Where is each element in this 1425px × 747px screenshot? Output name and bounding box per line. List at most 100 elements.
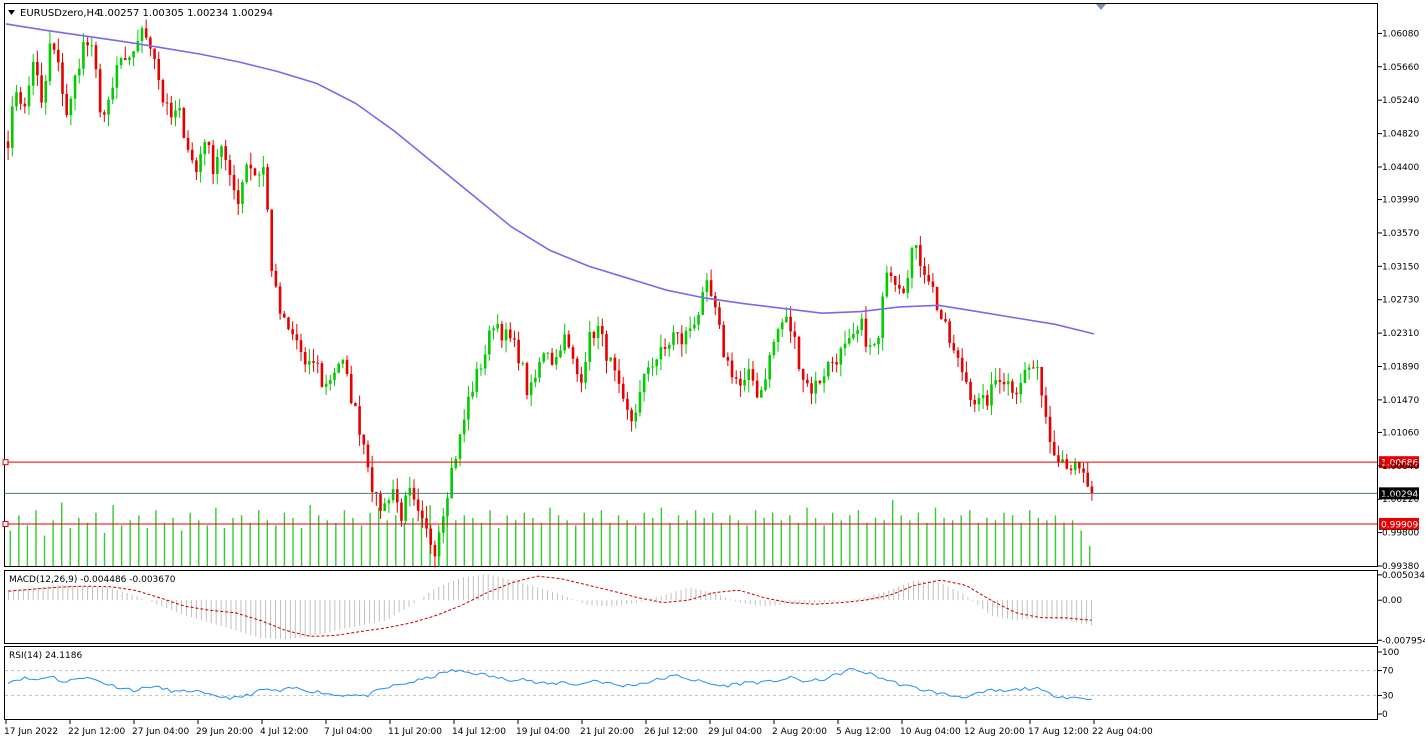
candle-bull <box>492 328 495 331</box>
price-tick-label: 1.01470 <box>1382 396 1419 406</box>
candle-bull <box>881 296 884 338</box>
symbol-label: EURUSDzero,H4 <box>20 8 100 19</box>
time-tick-label: 11 Jul 20:00 <box>388 727 442 737</box>
candle-bear <box>270 209 274 271</box>
candle-bull <box>981 395 985 399</box>
candle-bear <box>23 103 27 107</box>
candle-bull <box>822 376 826 384</box>
candle-bull <box>458 434 462 459</box>
candle-bear <box>224 146 227 161</box>
time-tick-label: 12 Aug 20:00 <box>964 727 1025 737</box>
candle-bear <box>513 338 516 340</box>
candle-bull <box>479 368 483 370</box>
candle-bear <box>605 334 608 361</box>
candle-bull <box>44 81 48 103</box>
candle-bear <box>730 360 734 378</box>
candle-bear <box>40 75 43 103</box>
candle-bull <box>387 500 391 504</box>
candle-bear <box>57 49 60 63</box>
macd-panel[interactable] <box>4 570 1378 644</box>
candle-bull <box>178 108 181 111</box>
candle-bull <box>77 68 81 76</box>
candle-bull <box>596 325 600 338</box>
candle-bear <box>919 245 922 267</box>
candle-bull <box>337 363 340 373</box>
price-tick-label: 1.04820 <box>1382 130 1419 140</box>
candle-bear <box>395 489 399 503</box>
candle-bull <box>128 57 131 61</box>
candle-bear <box>266 167 269 210</box>
candle-bear <box>169 102 173 118</box>
chart-canvas[interactable]: EURUSDzero,H4 1.00257 1.00305 1.00234 1.… <box>0 0 1425 743</box>
candle-bull <box>383 503 387 511</box>
candle-bull <box>990 384 993 406</box>
price-tick-label: 1.01060 <box>1382 428 1419 438</box>
candle-bull <box>174 110 177 118</box>
trading-chart[interactable]: EURUSDzero,H4 1.00257 1.00305 1.00234 1.… <box>0 0 1425 743</box>
candle-bull <box>768 355 771 380</box>
candle-bear <box>592 331 596 338</box>
candle-bull <box>216 156 219 175</box>
candle-bear <box>831 362 834 364</box>
candle-bull <box>693 324 696 329</box>
candle-bull <box>203 142 207 155</box>
candle-bear <box>253 168 257 176</box>
candle-bear <box>617 370 621 384</box>
candle-bull <box>538 361 541 378</box>
price-tick-label: 1.03150 <box>1382 262 1419 272</box>
candle-bull <box>462 419 466 435</box>
candle-bear <box>985 395 989 406</box>
rsi-tick-label: 100 <box>1382 648 1399 658</box>
candle-bull <box>785 316 788 323</box>
candle-bull <box>559 350 562 358</box>
candle-bear <box>1052 442 1056 456</box>
price-tick-label: 1.02730 <box>1382 296 1419 306</box>
candle-bull <box>852 333 855 339</box>
candle-bear <box>103 112 106 115</box>
price-tick-label: 1.02310 <box>1382 329 1419 339</box>
time-tick-label: 22 Aug 04:00 <box>1092 727 1153 737</box>
candle-bull <box>241 182 244 205</box>
candle-bear <box>1090 486 1094 494</box>
candle-bear <box>889 272 893 277</box>
candle-bear <box>630 409 633 422</box>
candle-bull <box>659 347 663 360</box>
candle-bear <box>944 319 947 322</box>
candle-bear <box>65 93 68 116</box>
candle-bear <box>400 502 403 521</box>
candle-bull <box>471 391 474 397</box>
candle-bear <box>902 288 905 293</box>
level-handle <box>2 520 9 527</box>
macd-tick-label: 0.00 <box>1382 596 1402 606</box>
candle-bull <box>772 341 776 356</box>
candle-bear <box>864 318 868 347</box>
macd-tick-label: -0.007954 <box>1382 636 1425 646</box>
candle-bull <box>408 487 412 496</box>
candle-bear <box>550 352 554 365</box>
candle-bear <box>952 343 956 351</box>
candle-bear <box>801 369 805 380</box>
candle-bear <box>613 357 617 371</box>
candle-bear <box>1011 381 1014 393</box>
price-panel[interactable] <box>4 3 1378 567</box>
candle-bear <box>161 80 165 103</box>
candle-bear <box>948 321 951 344</box>
rsi-panel[interactable] <box>4 646 1378 720</box>
candle-bear <box>998 380 1002 382</box>
candle-bear <box>1065 459 1069 469</box>
candle-bull <box>994 380 997 385</box>
candle-bull <box>329 380 332 384</box>
candle-bear <box>299 340 303 353</box>
candle-bull <box>521 363 525 365</box>
candle-bull <box>701 292 705 315</box>
candle-bull <box>31 61 35 86</box>
candle-bear <box>232 174 236 191</box>
time-tick-label: 27 Jun 04:00 <box>132 727 189 737</box>
candle-bear <box>1048 416 1052 443</box>
candle-bull <box>111 87 115 100</box>
candle-bull <box>534 377 537 383</box>
candle-bull <box>688 328 692 331</box>
candle-bull <box>877 337 880 345</box>
candle-bull <box>107 99 110 115</box>
candle-bear <box>287 317 290 330</box>
